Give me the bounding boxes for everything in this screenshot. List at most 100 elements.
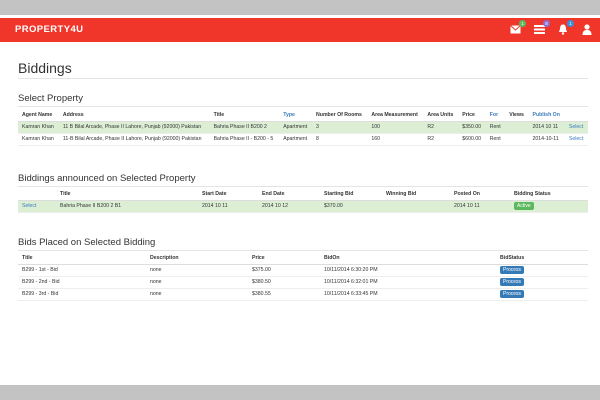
- announced-table: Title Start Date End Date Starting Bid W…: [18, 188, 588, 213]
- list-badge: 8: [543, 20, 550, 27]
- process-button[interactable]: Process: [500, 266, 525, 274]
- col-bid-status: BidStatus: [496, 252, 588, 265]
- select-link[interactable]: Select: [569, 136, 583, 142]
- divider: [18, 78, 588, 79]
- col-bidding-status: Bidding Status: [510, 188, 588, 201]
- bids-table: Title Description Price BidOn BidStatus …: [18, 252, 588, 301]
- user-icon[interactable]: [580, 21, 594, 37]
- col-starting-bid: Starting Bid: [320, 188, 382, 201]
- select-link-cell: Select: [18, 200, 56, 213]
- cell-rooms: 3: [312, 121, 368, 134]
- cell-area-units: R2: [423, 121, 459, 134]
- cell-description: none: [146, 288, 248, 301]
- col-area-units: Area Units: [423, 109, 459, 122]
- process-button[interactable]: Process: [500, 278, 525, 286]
- table-row[interactable]: Select Bahria Phase II B200 2 B1 2014 10…: [18, 200, 588, 213]
- col-price: Price: [458, 109, 486, 122]
- page-title: Biddings: [18, 60, 72, 76]
- col-posted-on: Posted On: [450, 188, 510, 201]
- divider: [18, 106, 588, 107]
- cell-price: $375.00: [248, 264, 320, 277]
- cell-price: $380.50: [248, 276, 320, 289]
- bell-icon[interactable]: 1: [556, 20, 574, 37]
- cell-posted-on: 2014 10 11: [450, 200, 510, 213]
- cell-bid-status: Process: [496, 288, 588, 301]
- cell-price: $380.55: [248, 288, 320, 301]
- process-button[interactable]: Process: [500, 290, 525, 298]
- bottom-frame-strip: [0, 385, 600, 400]
- cell-area-units: R2: [423, 133, 459, 146]
- cell-bid-on: 10/11/2014 6:33:45 PM: [320, 288, 496, 301]
- cell-area-measurement: 100: [367, 121, 424, 134]
- col-views: Views: [505, 109, 529, 122]
- divider: [18, 186, 588, 187]
- nav-icons: 1 8 1: [508, 20, 594, 37]
- cell-title: B299 - 1st - Bid: [18, 264, 146, 277]
- cell-price: $350.00: [458, 121, 486, 134]
- cell-type: Apartment: [279, 133, 313, 146]
- table-row[interactable]: Kamran Khan 11 B Bilal Arcade, Phase II …: [18, 121, 588, 134]
- cell-agent-name: Kamran Khan: [18, 133, 59, 146]
- cell-title: Bahria Phase II - B200 - 5: [209, 133, 280, 146]
- cell-title: Bahria Phase II B200 2: [209, 121, 280, 134]
- envelope-badge: 1: [519, 20, 526, 27]
- cell-bidding-status: Active: [510, 200, 588, 213]
- col-price: Price: [248, 252, 320, 265]
- col-winning-bid: Winning Bid: [382, 188, 450, 201]
- list-icon[interactable]: 8: [532, 20, 550, 37]
- cell-title: Bahria Phase II B200 2 B1: [56, 200, 198, 213]
- cell-views: [505, 133, 529, 146]
- cell-agent-name: Kamran Khan: [18, 121, 59, 134]
- table-row[interactable]: Kamran Khan 11-B Bilal Arcade, Phase II …: [18, 133, 588, 146]
- cell-bid-status: Process: [496, 264, 588, 277]
- select-link[interactable]: Select: [22, 203, 36, 209]
- cell-type: Apartment: [279, 121, 313, 134]
- col-rooms: Number Of Rooms: [312, 109, 368, 122]
- table-row[interactable]: B299 - 1st - Bid none $375.00 10/11/2014…: [18, 264, 588, 277]
- bids-heading: Bids Placed on Selected Bidding: [18, 237, 156, 248]
- table-header-row: Title Start Date End Date Starting Bid W…: [18, 188, 588, 201]
- col-for[interactable]: For: [485, 109, 506, 122]
- status-badge: Active: [514, 202, 534, 210]
- cell-price: $600.00: [458, 133, 486, 146]
- col-title: Title: [56, 188, 198, 201]
- col-start-date: Start Date: [198, 188, 258, 201]
- col-title: Title: [209, 109, 280, 122]
- bell-badge: 1: [567, 20, 574, 27]
- announced-heading: Biddings announced on Selected Property: [18, 173, 196, 184]
- cell-address: 11-B Bilal Arcade, Phase II Lahore, Punj…: [58, 133, 210, 146]
- col-agent-name: Agent Name: [18, 109, 59, 122]
- cell-views: [505, 121, 529, 134]
- col-action: [564, 109, 588, 122]
- col-title: Title: [18, 252, 146, 265]
- brand-logo[interactable]: PROPERTY4U: [15, 24, 83, 35]
- col-action: [18, 188, 56, 201]
- navbar: PROPERTY4U 1 8 1: [0, 18, 600, 42]
- select-link-cell: Select: [564, 133, 588, 146]
- cell-publish-on: 2014-10-11: [528, 133, 565, 146]
- cell-bid-on: 10/11/2014 6:30:20 PM: [320, 264, 496, 277]
- col-bid-on: BidOn: [320, 252, 496, 265]
- cell-for: Rent: [485, 121, 506, 134]
- col-type[interactable]: Type: [279, 109, 313, 122]
- table-row[interactable]: B299 - 3rd - Bid none $380.55 10/11/2014…: [18, 288, 588, 301]
- col-area-measurement: Area Measurement: [367, 109, 424, 122]
- col-description: Description: [146, 252, 248, 265]
- cell-title: B299 - 3rd - Bid: [18, 288, 146, 301]
- col-end-date: End Date: [258, 188, 320, 201]
- cell-description: none: [146, 276, 248, 289]
- select-link-cell: Select: [564, 121, 588, 134]
- col-address: Address: [58, 109, 210, 122]
- select-property-table: Agent Name Address Title Type Number Of …: [18, 109, 588, 146]
- top-frame-strip: [0, 0, 600, 15]
- cell-rooms: 8: [312, 133, 368, 146]
- cell-starting-bid: $370.00: [320, 200, 382, 213]
- table-row[interactable]: B299 - 2nd - Bid none $380.50 10/11/2014…: [18, 276, 588, 289]
- cell-publish-on: 2014 10 11: [528, 121, 565, 134]
- col-publish-on[interactable]: Publish On: [528, 109, 565, 122]
- cell-winning-bid: [382, 200, 450, 213]
- envelope-icon[interactable]: 1: [508, 20, 526, 37]
- cell-end-date: 2014 10 12: [258, 200, 320, 213]
- cell-bid-on: 10/11/2014 6:32:01 PM: [320, 276, 496, 289]
- select-link[interactable]: Select: [569, 124, 583, 130]
